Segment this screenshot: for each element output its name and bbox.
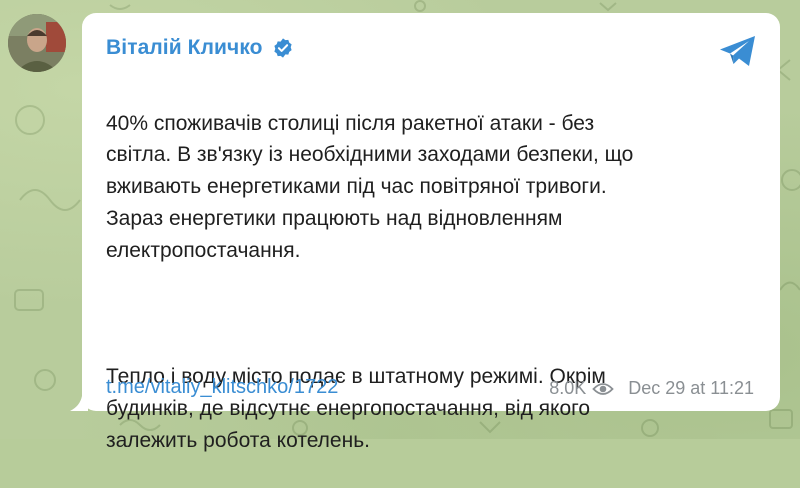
- views-count: 8.0K: [549, 378, 587, 398]
- telegram-share-icon: [720, 36, 755, 66]
- message-bubble: Віталій Кличко 40% споживачів столиці пі…: [82, 13, 780, 452]
- message-meta: 8.0K Dec 29 at 11:21: [549, 378, 754, 399]
- message-text: 40% споживачів столиці після ракетної ат…: [106, 76, 746, 488]
- bubble-tail: [70, 396, 88, 411]
- sender-name[interactable]: Віталій Кличко: [106, 36, 263, 60]
- avatar-photo: [8, 14, 66, 72]
- message-timestamp: Dec 29 at 11:21: [628, 378, 754, 398]
- telegram-share-button[interactable]: [718, 33, 758, 69]
- eye-icon: [592, 381, 614, 397]
- avatar[interactable]: [8, 14, 66, 72]
- post-link[interactable]: t.me/vitaliy_klitschko/1722: [106, 376, 338, 399]
- verified-badge-icon: [272, 37, 294, 59]
- message-paragraph: 40% споживачів столиці після ракетної ат…: [106, 111, 634, 262]
- sender-row: Віталій Кличко: [106, 33, 294, 63]
